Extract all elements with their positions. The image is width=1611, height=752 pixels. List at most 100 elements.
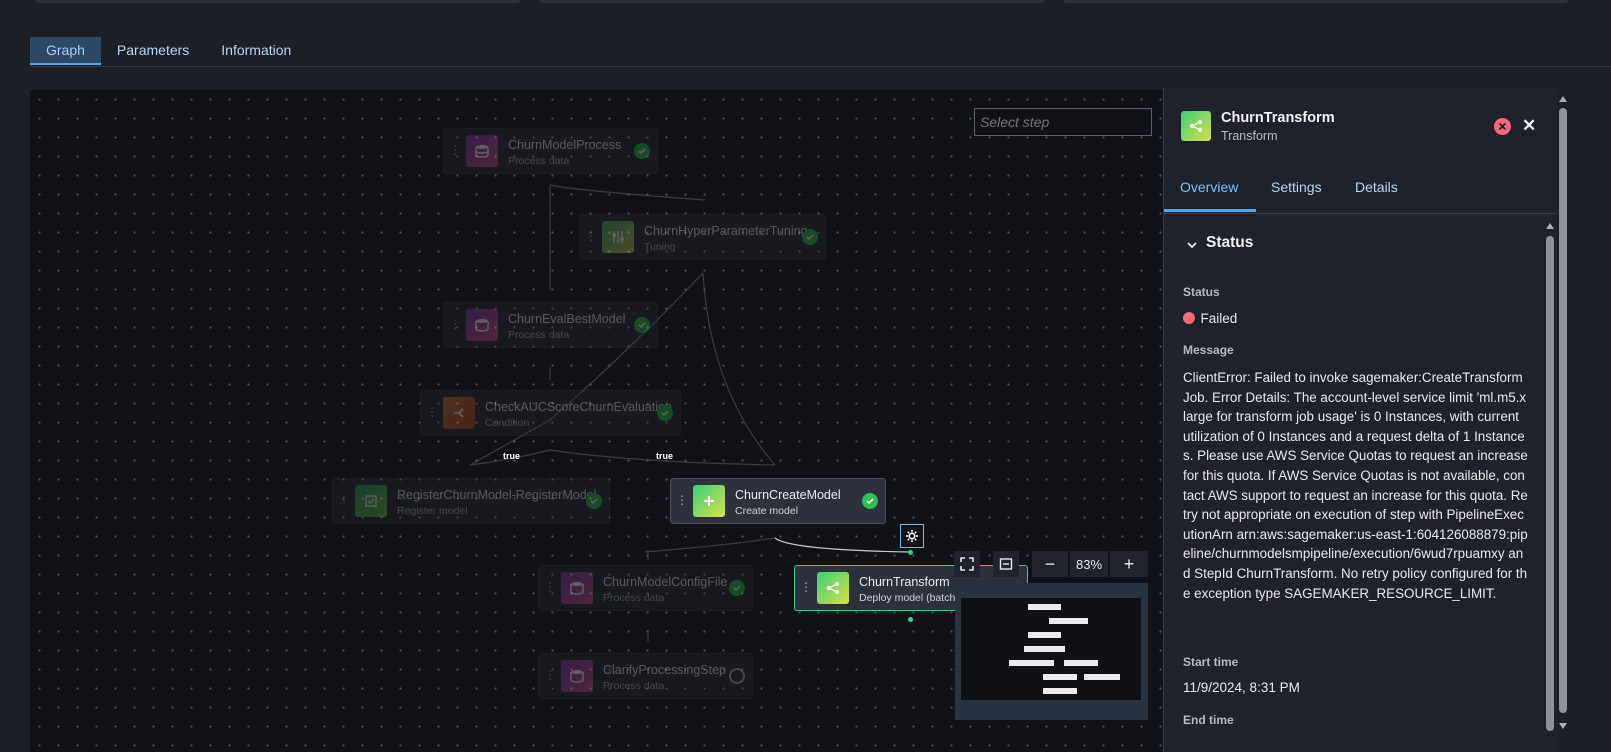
tab-information[interactable]: Information <box>205 37 307 65</box>
tab-divider <box>30 66 1611 67</box>
check-icon <box>862 493 878 509</box>
fit-view-icon <box>999 558 1013 570</box>
minimap-node <box>1024 646 1065 652</box>
check-icon <box>634 143 650 159</box>
node-subtitle: Process data <box>603 592 665 604</box>
scroll-thumb[interactable] <box>1559 108 1567 713</box>
fullscreen-button[interactable] <box>954 551 980 577</box>
start-time-label: Start time <box>1183 655 1239 669</box>
minimap-node <box>1064 660 1098 666</box>
node-subtitle: Process data <box>508 155 570 167</box>
node-register-churn-model[interactable]: ⋮ RegisterChurnModel-RegisterModel Regis… <box>332 478 610 524</box>
fullscreen-icon <box>960 557 974 571</box>
drag-handle-icon[interactable]: ⋮ <box>800 580 812 594</box>
active-tab-indicator <box>1164 209 1256 212</box>
node-subtitle: Process data <box>603 680 665 692</box>
node-title: CheckAUCScoreChurnEvaluation <box>485 400 672 414</box>
drag-handle-icon[interactable]: ⋮ <box>449 317 461 331</box>
tab-graph[interactable]: Graph <box>30 37 101 65</box>
error-message: ClientError: Failed to invoke sagemaker:… <box>1183 370 1528 601</box>
node-clarify-processing-step[interactable]: ⋮ ClarifyProcessingStep Process data <box>538 653 753 699</box>
zoom-level: 83% <box>1070 551 1108 577</box>
node-check-auc-score[interactable]: ⋮ CheckAUCScoreChurnEvaluation Condition <box>420 390 681 436</box>
check-icon <box>634 317 650 333</box>
message-label: Message <box>1183 343 1234 357</box>
tab-overview[interactable]: Overview <box>1180 179 1238 195</box>
node-subtitle: Condition <box>485 417 530 429</box>
scroll-up-icon <box>1559 96 1567 102</box>
chevron-down-icon <box>1187 242 1197 249</box>
select-step-input[interactable] <box>974 108 1152 136</box>
connector-dot <box>908 550 913 555</box>
top-card-stub <box>35 0 520 3</box>
tab-details[interactable]: Details <box>1355 179 1398 195</box>
database-icon <box>561 572 593 604</box>
panel-title: ChurnTransform <box>1221 110 1335 126</box>
check-icon <box>802 229 818 245</box>
minimap-node <box>1049 618 1088 624</box>
node-churn-eval-best-model[interactable]: ⋮ ChurnEvalBestModel Process data <box>443 302 658 348</box>
node-churn-hyperparameter-tuning[interactable]: ⋮ ChurnHyperParameterTuning Tuning <box>579 214 826 260</box>
check-icon <box>586 493 602 509</box>
top-card-stub <box>540 0 1045 3</box>
panel-subtitle: Transform <box>1221 129 1278 143</box>
close-icon[interactable]: ✕ <box>1522 116 1536 136</box>
node-title: ChurnTransform <box>859 575 950 589</box>
drag-handle-icon[interactable]: ⋮ <box>426 405 438 419</box>
scroll-up-icon <box>1546 223 1554 229</box>
section-header-status: Status <box>1206 234 1254 251</box>
panel-scrollbar[interactable] <box>1545 222 1555 747</box>
main-tabs: Graph Parameters Information <box>30 37 307 65</box>
node-subtitle: Process data <box>508 329 570 341</box>
plus-icon <box>693 485 725 517</box>
minimap-node <box>1028 632 1061 638</box>
page-scrollbar[interactable] <box>1557 88 1569 752</box>
check-icon <box>729 580 745 596</box>
scroll-thumb[interactable] <box>1546 236 1554 731</box>
drag-handle-icon[interactable]: ⋮ <box>676 493 688 507</box>
gear-icon[interactable] <box>900 524 924 548</box>
minimap-node <box>1043 674 1077 680</box>
node-subtitle: Create model <box>735 505 799 517</box>
drag-handle-icon[interactable]: ⋮ <box>544 668 556 682</box>
tab-parameters[interactable]: Parameters <box>101 37 205 65</box>
status-badge: Failed <box>1183 310 1237 328</box>
node-churn-model-process[interactable]: ⋮ ChurnModelProcess Process data <box>443 128 658 174</box>
node-subtitle: Register model <box>397 505 468 517</box>
status-value: Failed <box>1200 311 1238 326</box>
drag-handle-icon[interactable]: ⋮ <box>449 143 461 157</box>
node-subtitle: Deploy model (batch i <box>859 592 961 604</box>
error-icon <box>1494 118 1511 135</box>
minimap-node <box>1009 660 1054 666</box>
fit-view-button[interactable] <box>993 551 1019 577</box>
zoom-in-button[interactable]: + <box>1110 551 1148 577</box>
check-icon <box>657 405 673 421</box>
node-title: ClarifyProcessingStep <box>603 663 726 677</box>
drag-handle-icon[interactable]: ⋮ <box>544 580 556 594</box>
tab-settings[interactable]: Settings <box>1271 179 1322 195</box>
node-title: ChurnModelConfigFile <box>603 575 728 589</box>
node-title: RegisterChurnModel-RegisterModel <box>397 488 597 502</box>
node-title: ChurnCreateModel <box>735 488 841 502</box>
zoom-out-button[interactable]: − <box>1032 551 1068 577</box>
failed-dot-icon <box>1183 312 1195 324</box>
register-icon <box>355 485 387 517</box>
node-churn-model-config-file[interactable]: ⋮ ChurnModelConfigFile Process data <box>538 565 753 611</box>
deploy-icon <box>1181 111 1211 141</box>
drag-handle-icon[interactable]: ⋮ <box>585 229 597 243</box>
node-title: ChurnModelProcess <box>508 138 622 152</box>
panel-tabs: Overview Settings Details <box>1164 171 1559 214</box>
drag-handle-icon[interactable]: ⋮ <box>338 493 350 507</box>
minimap-node <box>1084 674 1120 680</box>
start-time-value: 11/9/2024, 8:31 PM <box>1183 680 1300 695</box>
node-subtitle: Tuning <box>644 241 676 253</box>
condition-icon <box>443 397 475 429</box>
minimap-node <box>1028 604 1061 610</box>
database-icon <box>466 135 498 167</box>
node-churn-create-model[interactable]: ⋮ ChurnCreateModel Create model <box>670 478 886 524</box>
graph-minimap[interactable] <box>955 583 1148 720</box>
minimap-node <box>1043 688 1077 694</box>
database-icon <box>466 309 498 341</box>
scroll-down-icon <box>1559 723 1567 729</box>
minimap-viewport <box>961 598 1141 700</box>
